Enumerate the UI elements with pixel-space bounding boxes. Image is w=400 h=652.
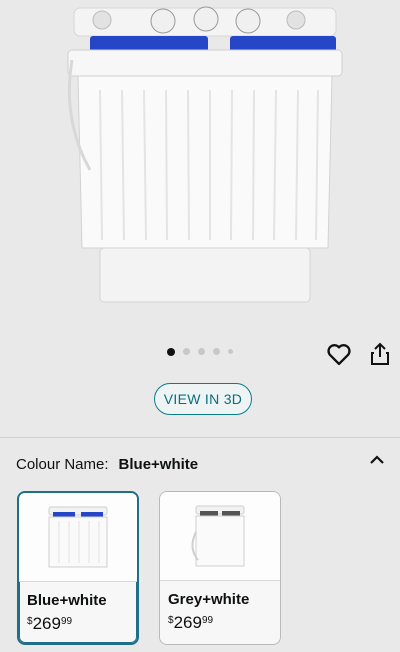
- gallery-dot[interactable]: [213, 348, 220, 355]
- swatch-name: Blue+white: [27, 592, 107, 609]
- gallery-dot[interactable]: [183, 348, 190, 355]
- colour-swatch-grey-white[interactable]: Grey+white $26999: [159, 491, 281, 645]
- gallery-dot-active[interactable]: [167, 348, 175, 356]
- colour-selector-header: Colour Name: Blue+white: [16, 456, 198, 473]
- gallery-dot[interactable]: [198, 348, 205, 355]
- swatch-thumbnail: [160, 492, 280, 581]
- swatch-price: $26999: [27, 614, 73, 633]
- view-in-3d-button[interactable]: VIEW IN 3D: [154, 383, 252, 415]
- colour-selected-value: Blue+white: [118, 456, 199, 473]
- swatch-price: $26999: [168, 613, 214, 632]
- colour-label: Colour Name:: [16, 456, 109, 473]
- product-image[interactable]: [60, 0, 350, 330]
- chevron-up-icon[interactable]: [368, 451, 386, 469]
- gallery-dot[interactable]: [228, 349, 233, 354]
- share-icon[interactable]: [368, 341, 392, 367]
- section-divider: [0, 437, 400, 438]
- colour-swatch-blue-white[interactable]: Blue+white $26999: [17, 491, 139, 645]
- heart-icon[interactable]: [325, 340, 353, 368]
- swatch-thumbnail: [19, 493, 137, 582]
- product-image-area[interactable]: [0, 0, 400, 340]
- swatch-name: Grey+white: [168, 591, 250, 608]
